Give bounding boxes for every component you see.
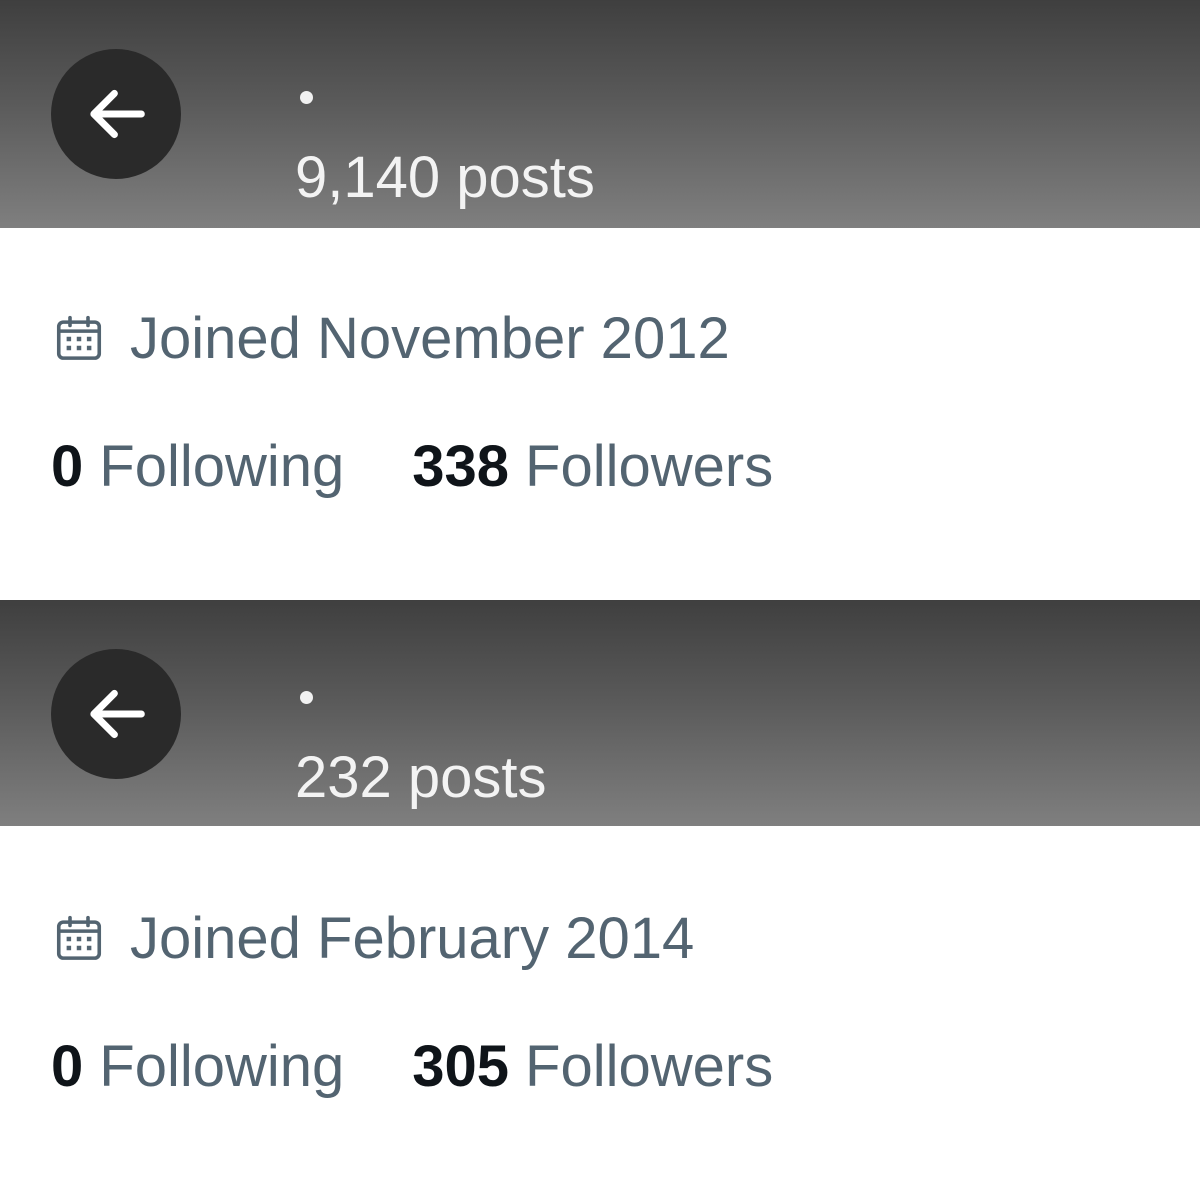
joined-date-row: Joined November 2012 — [52, 306, 730, 372]
calendar-icon — [56, 315, 102, 360]
profile-header: 9,140 posts — [0, 0, 1200, 228]
following-count: 0 — [51, 1034, 84, 1099]
display-name — [300, 91, 313, 104]
display-name — [300, 691, 313, 704]
followers-label: Followers — [525, 434, 774, 499]
followers-count: 305 — [412, 1034, 510, 1099]
profile-header: 232 posts — [0, 600, 1200, 826]
joined-date: Joined February 2014 — [130, 906, 695, 971]
calendar-icon — [56, 915, 102, 960]
arrow-left-icon — [90, 89, 145, 139]
posts-count: 9,140 posts — [295, 145, 595, 210]
following-count: 0 — [51, 434, 84, 499]
following-label: Following — [99, 434, 345, 499]
profile-card-2: 232 posts Joined February 2014 0 Followi… — [0, 600, 1200, 1200]
joined-date-row: Joined February 2014 — [52, 906, 694, 972]
followers-link[interactable]: 338 Followers — [412, 434, 773, 500]
back-button[interactable] — [51, 49, 181, 179]
joined-date: Joined November 2012 — [130, 306, 730, 371]
following-label: Following — [99, 1034, 345, 1099]
followers-label: Followers — [525, 1034, 774, 1099]
followers-count: 338 — [412, 434, 510, 499]
follow-stats: 0 Following 305 Followers — [51, 1034, 773, 1100]
followers-link[interactable]: 305 Followers — [412, 1034, 773, 1100]
following-link[interactable]: 0 Following — [51, 1034, 344, 1100]
following-link[interactable]: 0 Following — [51, 434, 344, 500]
posts-count: 232 posts — [295, 745, 547, 810]
profile-card-1: 9,140 posts Joined November 2012 0 Follo… — [0, 0, 1200, 600]
arrow-left-icon — [90, 689, 145, 739]
follow-stats: 0 Following 338 Followers — [51, 434, 773, 500]
back-button[interactable] — [51, 649, 181, 779]
